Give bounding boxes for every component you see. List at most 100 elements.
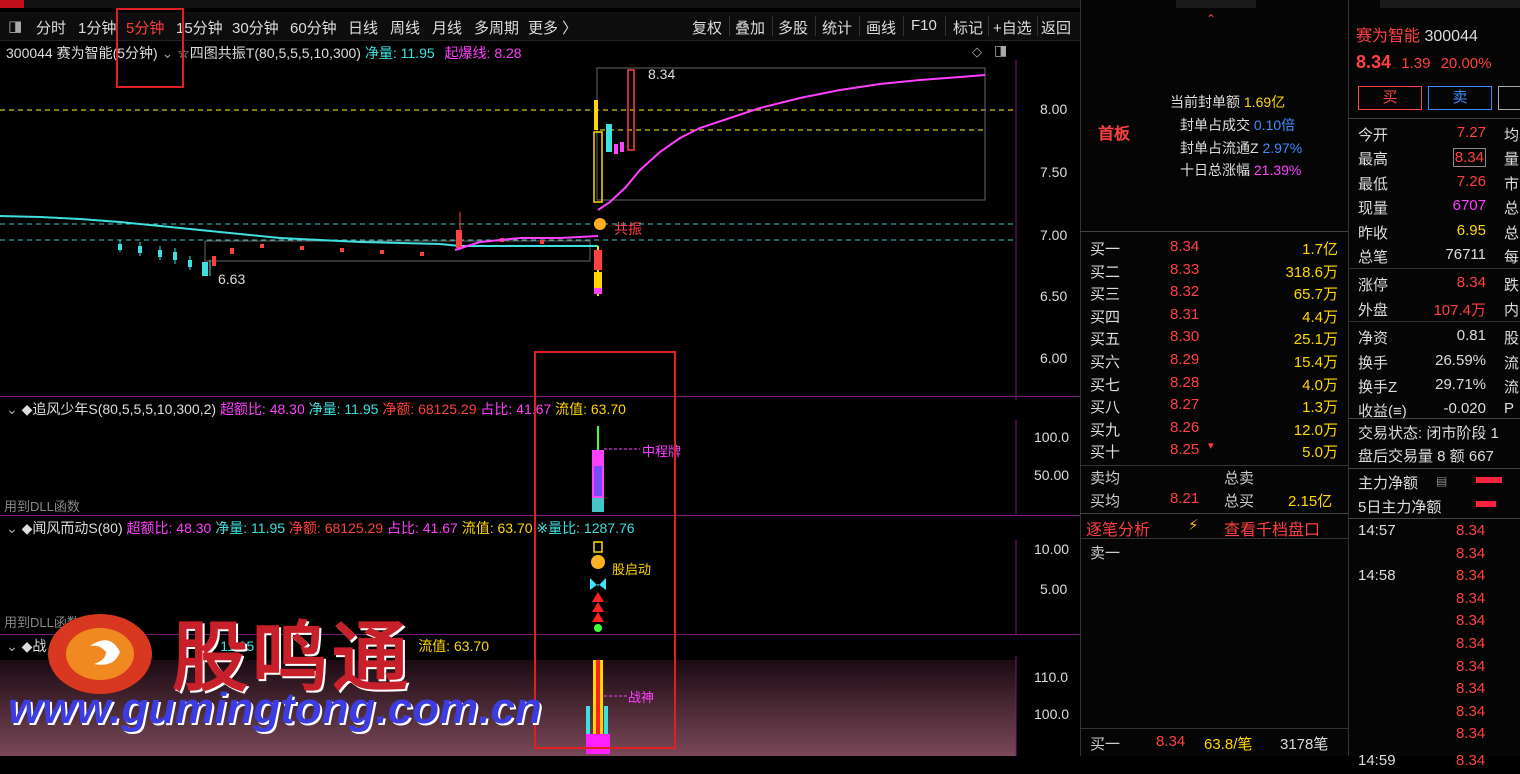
quote-row-label: 总笔 (1358, 249, 1389, 266)
low-mark: 6.63 (218, 271, 246, 287)
panel2-header: ⌄ ◆追风少年S(80,5,5,5,10,300,2) 超额比: 48.30 净… (6, 399, 626, 419)
tool-back[interactable]: 返回 (1041, 17, 1071, 38)
diamond-icon[interactable]: ◇ (972, 44, 982, 60)
buy-button[interactable]: 买 (1358, 86, 1422, 110)
y-tick: 110.0 (1034, 669, 1068, 685)
bid-row[interactable]: 买五 8.30 25.1万 (1080, 328, 1348, 350)
bid-row[interactable]: 买八 8.27 1.3万 (1080, 396, 1348, 418)
tool-draw[interactable]: 画线 (866, 17, 896, 38)
more-button[interactable] (1498, 86, 1520, 110)
caret-down-icon: ▾ (1208, 440, 1214, 453)
ten-day-row: 十日总涨幅 21.39% (1180, 160, 1301, 180)
buy-avg-label: 买均 (1090, 493, 1121, 510)
tick-row: 8.34 (1348, 703, 1520, 725)
bid-row[interactable]: 买二 8.33 318.6万 (1080, 261, 1348, 283)
app-logo (0, 0, 24, 8)
tool-f10[interactable]: F10 (911, 17, 937, 34)
period-tab-9[interactable]: 多周期 (474, 17, 519, 38)
period-tab-1[interactable]: 1分钟 (78, 17, 116, 38)
period-tab-0[interactable]: 分时 (36, 17, 66, 38)
divider (1080, 231, 1348, 232)
bid-row[interactable]: 买六 8.29 15.4万 (1080, 351, 1348, 373)
chevron-down-icon[interactable]: ⌄ (6, 401, 18, 417)
period-tab-4[interactable]: 30分钟 (232, 17, 279, 38)
chevron-up-icon[interactable]: ⌃ (1206, 12, 1216, 26)
bid-price: 8.26 (1170, 418, 1200, 436)
bid-row[interactable]: 买七 8.28 4.0万 (1080, 374, 1348, 396)
scroll-tab[interactable] (1176, 0, 1256, 8)
tool-fuquan[interactable]: 复权 (692, 17, 722, 38)
quote-row-tail: 每 (1504, 249, 1520, 266)
y-tick: 100.0 (1034, 429, 1070, 445)
panel-icon[interactable]: ◨ (994, 42, 1007, 59)
tick-row: 8.34 (1348, 680, 1520, 702)
bid-name: 买三 (1090, 286, 1121, 304)
panel3-title[interactable]: ◆闻风而动S(80) (22, 520, 123, 536)
quote-row-tail: 流 (1504, 354, 1520, 372)
divider (1080, 538, 1348, 539)
tool-mark[interactable]: 标记 (953, 17, 983, 38)
panel2-title[interactable]: ◆追风少年S(80,5,5,5,10,300,2) (22, 401, 216, 417)
quote-pct: 20.00% (1440, 55, 1492, 72)
chevron-down-icon[interactable]: ⌄ (6, 638, 18, 654)
quote-row-tail: 均 (1504, 127, 1520, 144)
bid-name: 买九 (1090, 421, 1121, 439)
sell-button[interactable]: 卖 (1428, 86, 1492, 110)
ten-day-label: 十日总涨幅 (1180, 162, 1250, 178)
period-tab-more[interactable]: 更多 〉 (528, 17, 577, 38)
lightning-icon: ⚡ (1188, 517, 1199, 534)
seal-amount-row: 当前封单额 1.69亿 (1170, 92, 1285, 112)
bid-name: 买五 (1090, 331, 1121, 349)
period-tab-5[interactable]: 60分钟 (290, 17, 337, 38)
tool-multi[interactable]: 多股 (778, 17, 808, 38)
y-tick: 8.00 (1040, 101, 1068, 117)
quote-row-value: -0.020 (1443, 400, 1486, 418)
tick-analysis-link[interactable]: 逐笔分析 (1086, 516, 1150, 540)
total-sell-label: 总卖 (1224, 470, 1255, 487)
indicator-name[interactable]: ☆四图共振T(80,5,5,5,10,300) (177, 45, 361, 61)
seal-float: 2.97% (1262, 140, 1303, 156)
quote-row: 今开 7.27 均 (1348, 124, 1520, 146)
info-icon[interactable]: ▤ (1436, 474, 1447, 488)
login-bar[interactable] (1380, 0, 1520, 8)
quote-title: 赛为智能 300044 (1356, 22, 1478, 46)
quote-row-tail: 跌 (1504, 277, 1520, 295)
tool-overlay[interactable]: 叠加 (735, 17, 765, 38)
divider (815, 16, 816, 36)
bid-row[interactable]: 买一 8.34 1.7亿 (1080, 238, 1348, 260)
period-tab-7[interactable]: 周线 (390, 17, 420, 38)
bid-row[interactable]: 买九 8.26 12.0万 (1080, 419, 1348, 441)
total-buy-label: 总买 (1224, 493, 1255, 510)
quote-row-value: 6.95 (1456, 221, 1486, 239)
y-tick: 6.00 (1040, 350, 1068, 366)
tick-price: 8.34 (1456, 612, 1486, 630)
period-tab-8[interactable]: 月线 (432, 17, 462, 38)
main-net-bar (1476, 477, 1502, 483)
quote-row: 昨收 6.95 总 (1348, 222, 1520, 244)
seal-float-label: 封单占流通Z (1180, 140, 1259, 156)
watermark-url: www.gumingtong.com.cn (8, 684, 542, 733)
bottom-price: 8.34 (1156, 733, 1186, 750)
y-tick: 10.00 (1034, 541, 1070, 557)
quote-row-tail: 总 (1504, 224, 1520, 242)
quote-row-tail: 总 (1504, 200, 1520, 218)
quote-row-label: 换手 (1358, 354, 1389, 372)
quote-change: 1.39 (1401, 55, 1431, 72)
quote-row-label: 最低 (1358, 175, 1389, 193)
panel-toggle-icon[interactable]: ◨ (8, 17, 22, 35)
bid-volume: 4.0万 (1302, 376, 1338, 394)
bid-row[interactable]: 买四 8.31 4.4万 (1080, 306, 1348, 328)
tool-add-watch[interactable]: +自选 (993, 17, 1032, 38)
quote-row-label: 换手Z (1358, 379, 1398, 396)
quote-row-value: 76711 (1445, 246, 1486, 263)
quote-row-tail: 内 (1504, 301, 1520, 319)
view-depth-link[interactable]: 查看千档盘口 (1224, 516, 1320, 540)
chevron-down-icon[interactable]: ⌄ (6, 520, 18, 536)
tool-stats[interactable]: 统计 (822, 17, 852, 38)
bid-row[interactable]: 买十 8.25 ▾ 5.0万 (1080, 440, 1348, 463)
period-tab-6[interactable]: 日线 (348, 17, 378, 38)
panel3-field: 净额: 68125.29 (288, 520, 384, 536)
divider (1348, 468, 1520, 469)
bid-name: 买二 (1090, 263, 1121, 281)
bid-row[interactable]: 买三 8.32 65.7万 (1080, 283, 1348, 305)
